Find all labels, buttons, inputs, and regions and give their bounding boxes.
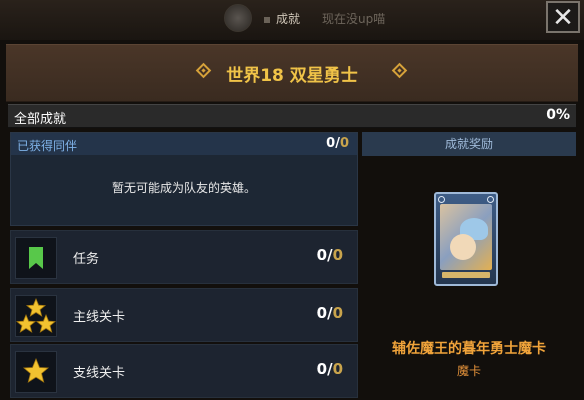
row-count-value: 0 (316, 246, 328, 264)
reward-header: 成就奖励 (362, 132, 576, 156)
all-achievements-label: 全部成就 (14, 112, 67, 127)
card-nameplate (442, 272, 490, 278)
reward-name: 辅佐魔王的暮年勇士魔卡 (392, 341, 546, 357)
row-count: 0/0 (316, 304, 343, 322)
companions-count-value: 0 (326, 136, 336, 151)
row-count-total: 0 (332, 246, 343, 264)
star-icon (15, 351, 57, 393)
top-bar-title-text: 成就 (276, 12, 301, 26)
page-title: 世界18 双星勇士 (226, 66, 358, 86)
companions-header: 已获得同伴 0/0 (11, 133, 357, 155)
triple-star-icon (15, 295, 57, 337)
row-count-value: 0 (316, 360, 328, 378)
title-marker-icon (264, 16, 270, 23)
reward-card[interactable] (434, 192, 498, 286)
row-label: 主线关卡 (73, 310, 126, 325)
companions-count-total: 0 (339, 136, 349, 151)
card-artwork (440, 204, 492, 270)
page-header: 世界18 双星勇士 (6, 44, 578, 102)
top-bar-title: 成就 (264, 10, 300, 27)
achievement-row-main-stage[interactable]: 主线关卡 0/0 (10, 288, 358, 342)
row-count: 0/0 (316, 246, 343, 264)
card-character-face (450, 234, 476, 260)
all-achievements-bar: 全部成就 0% (8, 104, 576, 128)
companions-empty-message: 暂无可能成为队友的英雄。 (111, 181, 256, 195)
companions-count: 0/0 (326, 136, 349, 151)
card-corner-icon (438, 196, 445, 203)
achievement-row-side-stage[interactable]: 支线关卡 0/0 (10, 344, 358, 398)
row-label: 任务 (73, 252, 100, 267)
companions-label: 已获得同伴 (17, 139, 78, 153)
achievement-icon (224, 4, 252, 32)
reward-type: 魔卡 (456, 364, 481, 378)
achievement-row-quest[interactable]: 任务 0/0 (10, 230, 358, 284)
bookmark-icon (15, 237, 57, 279)
card-corner-icon (487, 196, 494, 203)
close-button[interactable]: ✕ (546, 1, 580, 33)
all-achievements-percent: 0% (546, 107, 570, 123)
row-count-total: 0 (332, 304, 343, 322)
top-bar-subtitle: 现在没up喵 (322, 12, 386, 26)
row-label: 支线关卡 (73, 366, 126, 381)
top-bar: 成就 现在没up喵 (0, 0, 584, 40)
row-count-value: 0 (316, 304, 328, 322)
row-count: 0/0 (316, 360, 343, 378)
row-count-total: 0 (332, 360, 343, 378)
companions-panel: 已获得同伴 0/0 暂无可能成为队友的英雄。 (10, 132, 358, 226)
